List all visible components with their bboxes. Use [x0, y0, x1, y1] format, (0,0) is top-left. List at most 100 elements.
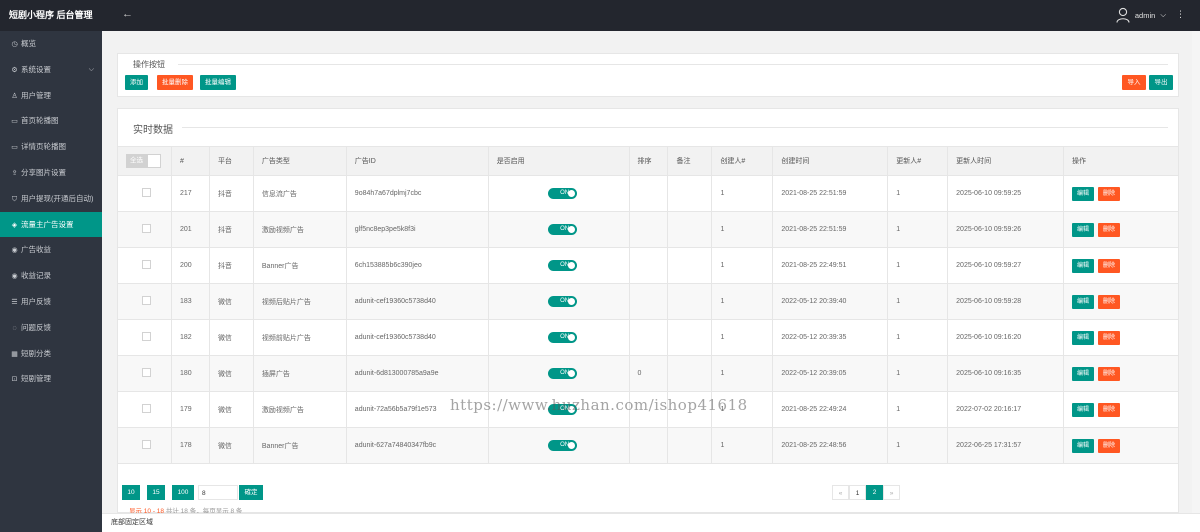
sidebar-item[interactable]: ◉ 收益记录: [0, 263, 102, 289]
footer-bar: 底部固定区域: [102, 513, 1200, 532]
page-size-15-button[interactable]: 15: [147, 485, 165, 500]
actions-panel: 操作按钮 添加 批量删除 批量编辑 导入 导出: [117, 53, 1179, 97]
sidebar-item-label: 详情页轮播图: [21, 142, 66, 152]
sidebar-item[interactable]: ☰ 用户反馈: [0, 289, 102, 315]
user-menu[interactable]: admin ⌵: [1116, 7, 1166, 23]
cell-updater: 1: [887, 391, 949, 428]
row-checkbox[interactable]: [142, 224, 151, 233]
enabled-toggle[interactable]: ON: [548, 368, 578, 379]
add-button[interactable]: 添加: [125, 75, 148, 90]
sidebar-item[interactable]: ⇪ 分享图片设置: [0, 160, 102, 186]
cell-actions: 编辑 删除: [1063, 427, 1179, 464]
enabled-toggle[interactable]: ON: [548, 440, 578, 451]
edit-button[interactable]: 编辑: [1072, 330, 1095, 345]
sidebar-item[interactable]: ▭ 详情页轮播图: [0, 134, 102, 160]
row-checkbox[interactable]: [142, 404, 151, 413]
sidebar-item[interactable]: ◌ 问题反馈: [0, 315, 102, 341]
cell-updated: 2022-07-02 20:16:17: [947, 391, 1065, 428]
cell-note: [667, 283, 713, 320]
page-1-button[interactable]: 1: [849, 485, 866, 500]
edit-button[interactable]: 编辑: [1072, 294, 1095, 309]
sidebar-item[interactable]: ▭ 首页轮播图: [0, 108, 102, 134]
delete-button[interactable]: 删除: [1098, 402, 1121, 417]
sidebar-item[interactable]: ▦ 短剧分类: [0, 341, 102, 367]
page-2-button[interactable]: 2: [866, 485, 883, 500]
cell-type: 激励视频广告: [252, 211, 347, 248]
page-number-input[interactable]: 8: [198, 485, 238, 500]
next-page-button[interactable]: »: [883, 485, 900, 500]
cell-actions: 编辑 删除: [1063, 319, 1179, 356]
cell-created: 2021-08-25 22:48:56: [772, 427, 889, 464]
row-checkbox[interactable]: [142, 296, 151, 305]
column-header: 更新人#: [887, 146, 949, 176]
cell-platform: 微信: [208, 391, 254, 428]
cell-actions: 编辑 删除: [1063, 175, 1179, 212]
import-button[interactable]: 导入: [1122, 75, 1146, 90]
delete-button[interactable]: 删除: [1098, 258, 1121, 273]
cell-actions: 编辑 删除: [1063, 355, 1179, 392]
column-header: 备注: [667, 146, 713, 176]
prev-page-button[interactable]: «: [832, 485, 849, 500]
cell-enabled: ON: [487, 175, 630, 212]
sidebar-item[interactable]: ⊡ 短剧管理: [0, 366, 102, 392]
row-checkbox[interactable]: [142, 332, 151, 341]
more-vertical-icon[interactable]: ⋮: [1176, 9, 1185, 20]
arrow-left-icon[interactable]: ←: [122, 8, 133, 20]
coin-icon: ◉: [11, 273, 18, 281]
row-checkbox[interactable]: [142, 260, 151, 269]
delete-button[interactable]: 删除: [1098, 366, 1121, 381]
cell-updater: 1: [887, 283, 949, 320]
edit-button[interactable]: 编辑: [1072, 438, 1095, 453]
sidebar-item[interactable]: ◷ 概览: [0, 31, 102, 57]
enabled-toggle[interactable]: ON: [548, 260, 578, 271]
checkbox-cell: [117, 175, 172, 212]
row-checkbox[interactable]: [142, 368, 151, 377]
cell-updater: 1: [887, 247, 949, 284]
edit-button[interactable]: 编辑: [1072, 402, 1095, 417]
edit-button[interactable]: 编辑: [1072, 186, 1095, 201]
enabled-toggle[interactable]: ON: [548, 188, 578, 199]
cell-id: 178: [170, 427, 210, 464]
delete-button[interactable]: 删除: [1098, 294, 1121, 309]
cell-sort: [628, 319, 669, 356]
cell-creator: 1: [711, 175, 774, 212]
page-scrollbar[interactable]: [1192, 31, 1200, 513]
sidebar-item[interactable]: ◉ 广告收益: [0, 237, 102, 263]
delete-button[interactable]: 删除: [1098, 186, 1121, 201]
checkbox-cell: [117, 427, 172, 464]
sidebar-item[interactable]: ⛉ 用户提现(开通后自动): [0, 186, 102, 212]
row-checkbox[interactable]: [142, 440, 151, 449]
sidebar-item-label: 问题反馈: [21, 322, 51, 332]
table-row: 180 微信 插屏广告 adunit-6d813000785a9a9e ON 0 1 2022…: [117, 355, 1179, 392]
cell-updated: 2025-06-10 09:59:27: [947, 247, 1065, 284]
sidebar-item[interactable]: ◈ 流量主广告设置: [0, 211, 102, 238]
sidebar-item-label: 广告收益: [21, 245, 51, 255]
sidebar-menu: ◷ 概览 ⚙ 系统设置 ⌵ ♙ 用户管理 ▭ 首页轮播图 ▭ 详情页轮播图 ⇪ 分享图片设置 ⛉ 用户提现(…: [0, 31, 102, 392]
enabled-toggle[interactable]: ON: [548, 332, 578, 343]
page-size-100-button[interactable]: 100: [172, 485, 194, 500]
delete-button[interactable]: 删除: [1098, 438, 1121, 453]
cell-type: 视频后贴片广告: [252, 283, 347, 320]
bulk-edit-button[interactable]: 批量编辑: [200, 75, 236, 90]
export-button[interactable]: 导出: [1149, 75, 1173, 90]
page-size-10-button[interactable]: 10: [122, 485, 140, 500]
cell-sort: [628, 283, 669, 320]
edit-button[interactable]: 编辑: [1072, 258, 1095, 273]
cell-enabled: ON: [487, 355, 630, 392]
go-to-page-button[interactable]: 確定: [239, 485, 263, 500]
checkbox-cell: [117, 283, 172, 320]
cell-created: 2021-08-25 22:49:24: [772, 391, 889, 428]
coin-icon: ◉: [11, 247, 18, 255]
bulk-delete-button[interactable]: 批量删除: [157, 75, 193, 90]
delete-button[interactable]: 删除: [1098, 330, 1121, 345]
delete-button[interactable]: 删除: [1098, 222, 1121, 237]
row-checkbox[interactable]: [142, 188, 151, 197]
edit-button[interactable]: 编辑: [1072, 222, 1095, 237]
cell-platform: 抖音: [208, 211, 254, 248]
sidebar-item[interactable]: ⚙ 系统设置 ⌵: [0, 57, 102, 83]
enabled-toggle[interactable]: ON: [548, 296, 578, 307]
sidebar-item[interactable]: ♙ 用户管理: [0, 83, 102, 109]
select-all-checkbox[interactable]: 全选: [126, 154, 161, 168]
edit-button[interactable]: 编辑: [1072, 366, 1095, 381]
enabled-toggle[interactable]: ON: [548, 224, 578, 235]
